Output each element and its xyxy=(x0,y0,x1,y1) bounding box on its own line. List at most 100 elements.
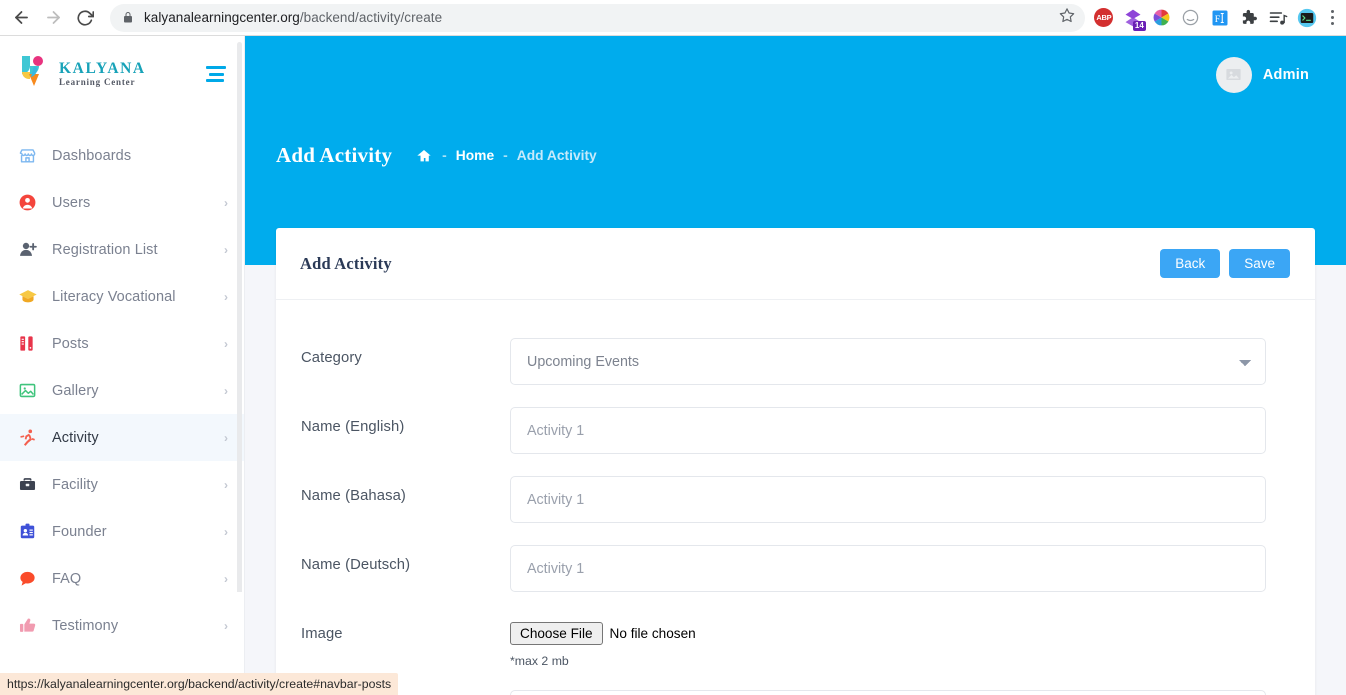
star-icon[interactable] xyxy=(1059,7,1075,28)
field-label-image: Image xyxy=(301,626,343,642)
breadcrumb-separator: - xyxy=(503,148,508,163)
chevron-right-icon: › xyxy=(224,383,228,398)
thumbs-up-icon xyxy=(18,616,52,635)
graduation-cap-icon xyxy=(18,287,52,306)
back-button[interactable]: Back xyxy=(1160,249,1221,278)
puzzle-extensions-icon[interactable] xyxy=(1238,7,1260,29)
browser-extensions: ABP 14 F xyxy=(1093,7,1346,31)
sidebar-item-gallery[interactable]: Gallery › xyxy=(0,367,244,414)
svg-text:F: F xyxy=(1215,13,1221,24)
sidebar-item-label: FAQ xyxy=(52,570,82,587)
sidebar-item-registration-list[interactable]: Registration List › xyxy=(0,226,244,273)
name-deutsch-input[interactable] xyxy=(510,545,1266,592)
sidebar-item-faq[interactable]: FAQ › xyxy=(0,555,244,602)
sidebar-item-label: Facility xyxy=(52,476,98,493)
user-plus-icon xyxy=(18,240,52,259)
chevron-right-icon: › xyxy=(224,618,228,633)
sidebar-item-posts[interactable]: Posts › xyxy=(0,320,244,367)
sidebar-item-users[interactable]: Users › xyxy=(0,179,244,226)
home-icon[interactable] xyxy=(416,148,432,164)
application-root: KALYANA Learning Center Dashboards Users… xyxy=(0,36,1346,695)
url-path: /backend/activity/create xyxy=(299,10,443,25)
sidebar-item-testimony[interactable]: Testimony › xyxy=(0,602,244,649)
form-filler-extension-icon[interactable]: F xyxy=(1209,7,1231,29)
address-bar[interactable]: kalyanalearningcenter.org/backend/activi… xyxy=(110,3,1085,32)
forward-button[interactable] xyxy=(38,3,68,33)
music-playlist-extension-icon[interactable] xyxy=(1267,7,1289,29)
chevron-right-icon: › xyxy=(224,477,228,492)
chevron-right-icon: › xyxy=(224,336,228,351)
sidebar-item-label: Users xyxy=(52,194,91,211)
sidebar-item-label: Activity xyxy=(52,429,99,446)
brand-logo[interactable]: KALYANA Learning Center xyxy=(18,52,204,97)
briefcase-icon xyxy=(18,475,52,494)
sidebar-item-dashboards[interactable]: Dashboards xyxy=(0,132,244,179)
user-name: Admin xyxy=(1262,66,1309,83)
form-row-category: Category Upcoming Events xyxy=(301,338,1290,385)
sidebar-scrollbar-track xyxy=(237,592,242,657)
kalyana-logo-icon xyxy=(18,52,50,97)
link-input[interactable] xyxy=(510,690,1266,695)
url-domain: kalyanalearningcenter.org xyxy=(144,10,300,25)
url-text: kalyanalearningcenter.org/backend/activi… xyxy=(144,10,442,25)
form-row-image: Image Choose File No file chosen *max 2 … xyxy=(301,614,1290,668)
card-header: Add Activity Back Save xyxy=(276,228,1315,300)
back-button[interactable] xyxy=(6,3,36,33)
hamburger-menu-icon[interactable] xyxy=(204,62,228,86)
sidebar-scrollbar[interactable] xyxy=(237,42,242,657)
sidebar-item-literacy-vocational[interactable]: Literacy Vocational › xyxy=(0,273,244,320)
name-english-input[interactable] xyxy=(510,407,1266,454)
reload-button[interactable] xyxy=(70,3,100,33)
sidebar-item-label: Gallery xyxy=(52,382,99,399)
page-title: Add Activity xyxy=(276,143,393,167)
chevron-right-icon: › xyxy=(224,571,228,586)
card-title: Add Activity xyxy=(300,253,392,273)
sidebar-item-facility[interactable]: Facility › xyxy=(0,461,244,508)
smiley-extension-icon[interactable] xyxy=(1180,7,1202,29)
brand-text: KALYANA Learning Center xyxy=(59,59,146,88)
gallery-image-icon xyxy=(18,381,52,400)
form-row-name-deutsch: Name (Deutsch) xyxy=(301,545,1290,592)
sidebar-item-label: Registration List xyxy=(52,241,158,258)
posts-icon xyxy=(18,334,52,353)
card-actions: Back Save xyxy=(1160,249,1290,278)
breadcrumb-home-link[interactable]: Home xyxy=(456,148,494,163)
top-navbar: Admin xyxy=(245,36,1346,113)
form-row-name-bahasa: Name (Bahasa) xyxy=(301,476,1290,523)
breadcrumb-current: Add Activity xyxy=(516,148,597,163)
name-bahasa-input[interactable] xyxy=(510,476,1266,523)
user-menu[interactable]: Admin xyxy=(1215,56,1309,93)
downloader-extension-icon[interactable]: 14 xyxy=(1122,7,1146,31)
sidebar-header: KALYANA Learning Center xyxy=(0,36,244,112)
field-label-name-deutsch: Name (Deutsch) xyxy=(301,557,411,573)
sidebar-item-label: Dashboards xyxy=(52,147,132,164)
abp-badge: ABP xyxy=(1094,8,1114,27)
color-wheel-extension-icon[interactable] xyxy=(1151,7,1173,29)
extension-badge-count: 14 xyxy=(1132,20,1146,31)
file-status-text: No file chosen xyxy=(609,626,696,641)
kebab-menu-icon[interactable] xyxy=(1325,10,1340,25)
id-badge-icon xyxy=(18,522,52,541)
breadcrumb-separator: - xyxy=(442,148,447,163)
browser-toolbar: kalyanalearningcenter.org/backend/activi… xyxy=(0,0,1346,36)
field-label-name-english: Name (English) xyxy=(301,419,405,435)
speech-bubble-icon xyxy=(18,569,52,588)
brand-title: KALYANA xyxy=(59,59,146,77)
browser-status-tooltip: https://kalyanalearningcenter.org/backen… xyxy=(0,673,399,695)
chevron-right-icon: › xyxy=(224,430,228,445)
sidebar-item-founder[interactable]: Founder › xyxy=(0,508,244,555)
choose-file-button[interactable]: Choose File xyxy=(510,622,603,645)
home-store-icon xyxy=(18,146,52,165)
category-select[interactable]: Upcoming Events xyxy=(510,338,1266,385)
sidebar-item-activity[interactable]: Activity › xyxy=(0,414,244,461)
field-label-category: Category xyxy=(301,350,362,366)
adblock-plus-extension-icon[interactable]: ABP xyxy=(1093,7,1115,29)
image-file-input[interactable]: Choose File No file chosen xyxy=(510,622,1266,645)
save-button[interactable]: Save xyxy=(1229,249,1290,278)
terminal-extension-icon[interactable] xyxy=(1296,7,1318,29)
field-label-name-bahasa: Name (Bahasa) xyxy=(301,488,406,504)
chevron-right-icon: › xyxy=(224,195,228,210)
lock-icon xyxy=(122,11,134,24)
form-row-link: Link xyxy=(301,690,1290,695)
add-activity-form: Category Upcoming Events Name (English) … xyxy=(276,300,1315,695)
